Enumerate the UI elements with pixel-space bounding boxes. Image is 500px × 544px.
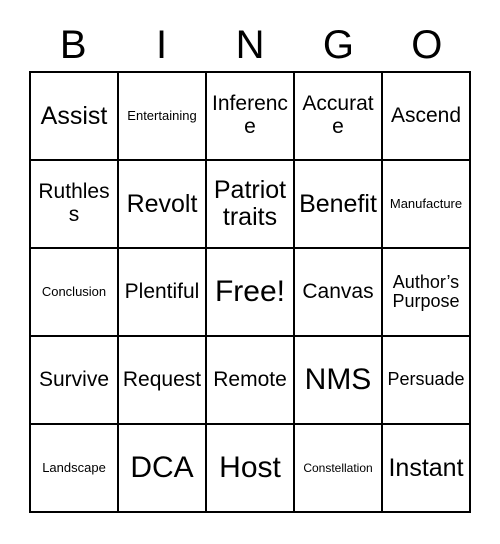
bingo-cell-b4[interactable]: Survive [31,337,119,425]
bingo-cell-n1[interactable]: Inference [207,73,295,161]
bingo-cell-label: Revolt [126,189,198,218]
bingo-cell-label: Inference [212,92,288,138]
bingo-header-letter-g: G [322,22,354,67]
bingo-cell-label: Survive [38,367,110,391]
bingo-cell-label: Ascend [390,103,462,127]
bingo-cell-o5[interactable]: Instant [383,425,471,513]
bingo-cell-o2[interactable]: Manufacture [383,161,471,249]
bingo-cell-label: Manufacture [389,195,463,211]
bingo-cell-label: Remote [213,367,287,391]
bingo-cell-label: Ruthless [38,180,110,226]
bingo-cell-g2[interactable]: Benefit [295,161,383,249]
bingo-cell-label: Persuade [387,369,465,390]
bingo-cell-b5[interactable]: Landscape [31,425,119,513]
bingo-cell-label: Free! [214,274,286,308]
bingo-cell-label: Canvas [302,279,374,303]
bingo-cell-g5[interactable]: Constellation [295,425,383,513]
bingo-cell-o1[interactable]: Ascend [383,73,471,161]
bingo-cell-label: Entertaining [127,107,197,123]
bingo-cell-n4[interactable]: Remote [207,337,295,425]
bingo-cell-g1[interactable]: Accurate [295,73,383,161]
bingo-cell-label: Request [122,367,202,391]
bingo-cell-label: Host [219,450,281,484]
bingo-cell-b3[interactable]: Conclusion [31,249,119,337]
bingo-header-letter-o: O [411,22,443,67]
bingo-cell-label: NMS [304,362,372,396]
bingo-cell-label: Accurate [302,92,374,138]
bingo-cell-o4[interactable]: Persuade [383,337,471,425]
bingo-cell-label: Author’s Purpose [392,271,460,311]
bingo-cell-label: DCA [130,450,194,484]
bingo-cell-label: Landscape [42,459,106,475]
bingo-cell-label: Benefit [299,189,377,218]
bingo-card: B I N G O Assist Entertaining Inference … [0,0,500,544]
bingo-header-letter-i: I [156,22,168,67]
bingo-cell-i4[interactable]: Request [119,337,207,425]
bingo-header-letter-n: N [235,22,265,67]
bingo-cell-b2[interactable]: Ruthless [31,161,119,249]
bingo-cell-label: Constellation [303,460,373,475]
bingo-cell-label: Conclusion [41,283,107,299]
bingo-cell-n2[interactable]: Patriot traits [207,161,295,249]
bingo-cell-i3[interactable]: Plentiful [119,249,207,337]
bingo-cell-g4[interactable]: NMS [295,337,383,425]
bingo-cell-g3[interactable]: Canvas [295,249,383,337]
bingo-cell-n5[interactable]: Host [207,425,295,513]
bingo-cell-b1[interactable]: Assist [31,73,119,161]
bingo-cell-i1[interactable]: Entertaining [119,73,207,161]
bingo-cell-i5[interactable]: DCA [119,425,207,513]
bingo-cell-label: Patriot traits [213,176,287,231]
bingo-cell-i2[interactable]: Revolt [119,161,207,249]
bingo-header-letter-b: B [59,22,87,67]
bingo-cell-o3[interactable]: Author’s Purpose [383,249,471,337]
bingo-cell-label: Instant [388,453,464,482]
bingo-cell-free-space[interactable]: Free! [207,249,295,337]
bingo-cell-label: Assist [40,101,108,130]
bingo-header-row: B I N G O [29,18,471,71]
bingo-grid: Assist Entertaining Inference Accurate A… [29,71,471,513]
bingo-cell-label: Plentiful [124,279,200,303]
